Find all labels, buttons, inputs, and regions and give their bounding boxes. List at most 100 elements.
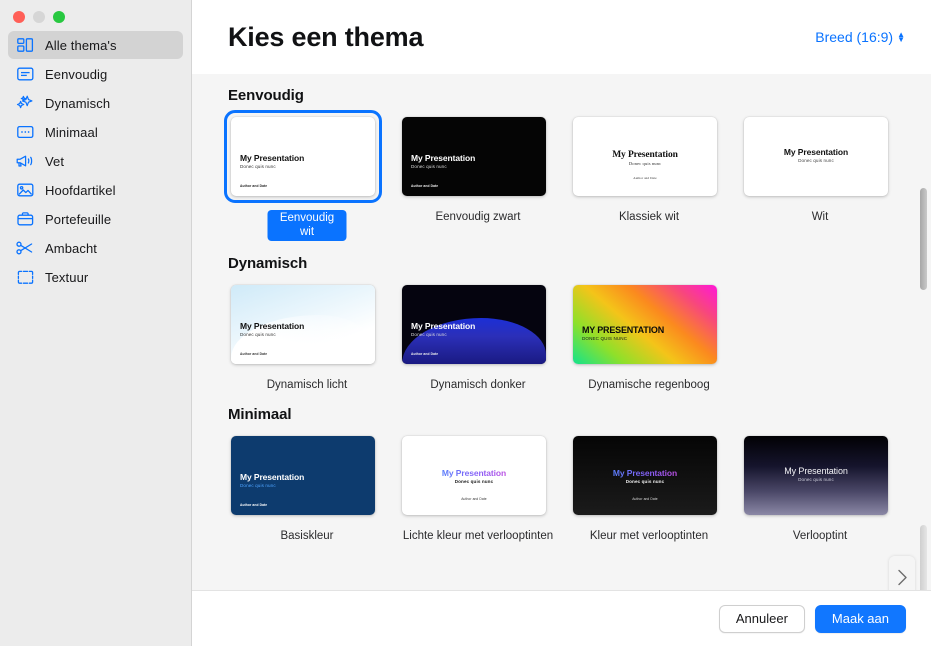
theme-gallery[interactable]: Eenvoudig My Presentation Donec quis nun…	[192, 74, 931, 590]
theme-name: Kleur met verlooptinten	[589, 530, 709, 542]
slide-subtitle: Donec quis nunc	[240, 332, 276, 337]
briefcase-icon	[14, 209, 36, 229]
slide-author: Author and Date	[240, 184, 268, 188]
theme-row: My Presentation Donec quis nunc Author a…	[224, 110, 931, 241]
cancel-button[interactable]: Annuleer	[718, 604, 805, 633]
create-button[interactable]: Maak aan	[814, 604, 906, 633]
slide-subtitle: Donec quis nunc	[798, 158, 834, 163]
vertical-scrollbar-track[interactable]	[920, 525, 927, 590]
theme-card-dynamisch-licht[interactable]: My Presentation Donec quis nunc Author a…	[228, 282, 386, 392]
sidebar-item-minimaal[interactable]: Minimaal	[8, 118, 183, 146]
slide-subtitle: Donec quis nunc	[411, 332, 447, 337]
sidebar-item-dynamisch[interactable]: Dynamisch	[8, 89, 183, 117]
slide-title: My Presentation	[240, 321, 305, 331]
sidebar-item-label: Vet	[45, 153, 65, 169]
theme-name: Lichte kleur met verlooptinten	[402, 530, 554, 542]
theme-name: Dynamisch licht	[266, 379, 348, 391]
main-content: Kies een thema Breed (16:9) ▲ ▼ Eenvoudig	[192, 0, 931, 646]
aspect-ratio-label: Breed (16:9)	[815, 29, 894, 45]
scissors-icon	[14, 238, 36, 258]
theme-section: Eenvoudig My Presentation Donec quis nun…	[224, 87, 931, 241]
slide-subtitle: Donec quis nunc	[625, 479, 665, 484]
slide-author: Author and Date	[632, 497, 658, 501]
dialog-footer: Annuleer Maak aan	[192, 590, 931, 646]
photo-icon	[14, 180, 36, 200]
theme-row: My Presentation Donec quis nunc Author a…	[228, 433, 931, 543]
megaphone-icon	[14, 151, 36, 171]
theme-section: Minimaal My Presentation Donec quis nunc…	[228, 406, 931, 543]
vertical-scrollbar-thumb[interactable]	[920, 188, 927, 290]
content-header: Kies een thema Breed (16:9) ▲ ▼	[192, 0, 931, 74]
sidebar-item-label: Hoofdartikel	[45, 182, 116, 198]
sidebar-item-label: Textuur	[45, 269, 89, 285]
slide-title: My Presentation	[411, 153, 476, 163]
sidebar-item-label: Minimaal	[45, 124, 98, 140]
theme-name: Eenvoudig zwart	[435, 211, 521, 223]
minimal-icon	[14, 122, 36, 142]
theme-card-dynamische-regenboog[interactable]: MY PRESENTATION DONEC QUIS NUNC Dynamisc…	[570, 282, 728, 392]
theme-card-lichte-kleur-met-verlooptinten[interactable]: My Presentation Donec quis nunc Author a…	[399, 433, 557, 543]
sidebar-item-hoofdartikel[interactable]: Hoofdartikel	[8, 176, 183, 204]
slide-author: Author and Date	[411, 184, 439, 188]
next-page-button[interactable]	[889, 556, 915, 590]
simple-icon	[14, 64, 36, 84]
slide-title: My Presentation	[783, 147, 849, 157]
theme-card-eenvoudig-zwart[interactable]: My Presentation Donec quis nunc Author a…	[399, 114, 557, 241]
slide-author: Author and Date	[411, 352, 439, 356]
window-traffic-lights	[0, 0, 191, 23]
theme-name: Wit	[811, 211, 829, 223]
theme-card-dynamisch-donker[interactable]: My Presentation Donec quis nunc Author a…	[399, 282, 557, 392]
slide-subtitle: Donec quis nunc	[628, 161, 662, 166]
sidebar: Alle thema's Eenvoudig Dynamisch Minimaa…	[0, 0, 192, 646]
slide-title: My Presentation	[240, 472, 305, 482]
sidebar-item-alle-themas[interactable]: Alle thema's	[8, 31, 183, 59]
theme-card-klassiek-wit[interactable]: My Presentation Donec quis nunc Author a…	[570, 114, 728, 241]
slide-subtitle: DONEC QUIS NUNC	[582, 336, 628, 341]
theme-name: Basiskleur	[280, 530, 334, 542]
close-window-button[interactable]	[13, 11, 25, 23]
theme-name: Dynamisch donker	[430, 379, 526, 391]
sidebar-category-list: Alle thema's Eenvoudig Dynamisch Minimaa…	[0, 31, 191, 291]
slide-author: Author and Date	[633, 176, 657, 180]
theme-card-eenvoudig-wit[interactable]: My Presentation Donec quis nunc Author a…	[224, 110, 386, 241]
page-title: Kies een thema	[228, 21, 424, 52]
slide-author: Author and Date	[240, 352, 268, 356]
theme-name: Eenvoudig wit	[267, 210, 347, 241]
chevron-updown-icon: ▲ ▼	[897, 29, 905, 44]
theme-card-verlooptint[interactable]: My Presentation Donec quis nunc Verloopt…	[741, 433, 899, 543]
theme-card-kleur-met-verlooptinten[interactable]: My Presentation Donec quis nunc Author a…	[570, 433, 728, 543]
sidebar-item-vet[interactable]: Vet	[8, 147, 183, 175]
sidebar-item-label: Ambacht	[45, 240, 98, 256]
theme-card-wit[interactable]: My Presentation Donec quis nunc Wit	[741, 114, 899, 241]
chevron-right-icon	[897, 569, 907, 585]
slide-title: My Presentation	[784, 466, 848, 476]
theme-name: Dynamische regenboog	[588, 379, 710, 391]
sidebar-item-label: Dynamisch	[45, 95, 111, 111]
theme-name: Klassiek wit	[618, 211, 680, 223]
theme-name: Verlooptint	[792, 530, 848, 542]
sidebar-item-label: Alle thema's	[45, 37, 117, 53]
slide-title: My Presentation	[579, 468, 711, 478]
slide-title: My Presentation	[411, 321, 476, 331]
sparkles-icon	[14, 93, 36, 113]
slide-subtitle: Donec quis nunc	[411, 164, 447, 169]
minimize-window-button[interactable]	[33, 11, 45, 23]
aspect-ratio-select[interactable]: Breed (16:9) ▲ ▼	[815, 29, 905, 45]
sidebar-item-portefeuille[interactable]: Portefeuille	[8, 205, 183, 233]
theme-card-basiskleur[interactable]: My Presentation Donec quis nunc Author a…	[228, 433, 386, 543]
all-themes-icon	[14, 35, 36, 55]
section-title: Minimaal	[228, 406, 292, 423]
slide-subtitle: Donec quis nunc	[240, 164, 276, 169]
slide-author: Author and Date	[240, 503, 268, 507]
slide-subtitle: Donec quis nunc	[798, 477, 834, 482]
section-title: Eenvoudig	[228, 87, 304, 104]
slide-subtitle: Donec quis nunc	[240, 483, 276, 488]
slide-title: My Presentation	[612, 150, 678, 160]
slide-title: MY PRESENTATION	[582, 325, 665, 335]
sidebar-item-textuur[interactable]: Textuur	[8, 263, 183, 291]
theme-row: My Presentation Donec quis nunc Author a…	[228, 282, 931, 392]
sidebar-item-eenvoudig[interactable]: Eenvoudig	[8, 60, 183, 88]
slide-title: My Presentation	[240, 153, 305, 163]
sidebar-item-ambacht[interactable]: Ambacht	[8, 234, 183, 262]
maximize-window-button[interactable]	[53, 11, 65, 23]
